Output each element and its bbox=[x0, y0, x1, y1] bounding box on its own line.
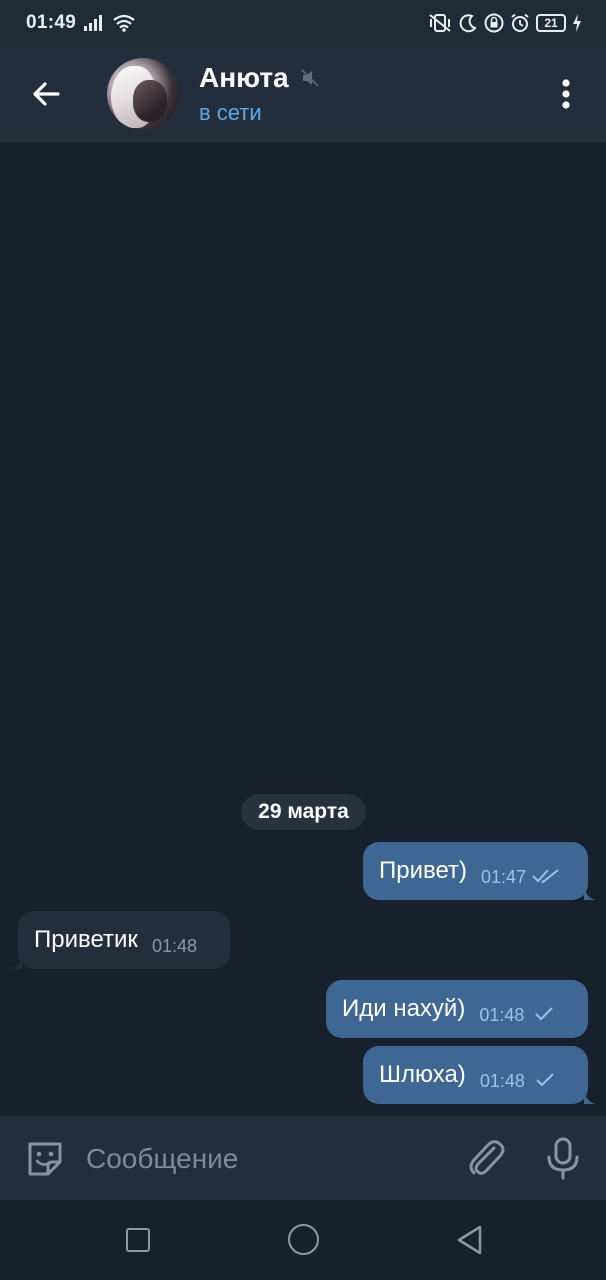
message-text: Приветик bbox=[34, 926, 138, 953]
status-time: 01:49 bbox=[26, 12, 77, 33]
microphone-icon[interactable] bbox=[544, 1136, 582, 1180]
system-navigation-bar bbox=[0, 1200, 606, 1280]
muted-speaker-icon bbox=[301, 69, 319, 87]
avatar-face bbox=[133, 80, 167, 122]
message-time: 01:48 bbox=[479, 1004, 525, 1025]
message-bubble-outgoing[interactable]: Иди нахуй) 01:48 bbox=[326, 980, 588, 1038]
chat-header: Анюта⁠ в сети bbox=[0, 46, 606, 142]
message-text: Привет) bbox=[379, 857, 468, 884]
paperclip-icon[interactable] bbox=[464, 1136, 506, 1180]
single-check-icon bbox=[536, 1073, 554, 1087]
recent-apps-button[interactable] bbox=[126, 1228, 150, 1252]
chat-title-row: Анюта⁠ bbox=[199, 62, 319, 94]
charging-icon bbox=[573, 14, 581, 32]
message-composer bbox=[0, 1116, 606, 1200]
avatar[interactable] bbox=[107, 58, 179, 130]
message-time: 01:48 bbox=[151, 935, 197, 956]
message-bubble-outgoing[interactable]: Привет) 01:47 bbox=[363, 842, 588, 900]
more-vertical-icon[interactable] bbox=[550, 74, 582, 114]
lock-icon bbox=[484, 13, 504, 33]
home-button[interactable] bbox=[288, 1224, 319, 1255]
moon-icon bbox=[459, 14, 477, 33]
battery-indicator: 21 bbox=[536, 14, 566, 32]
chat-title-area[interactable]: Анюта⁠ в сети bbox=[199, 62, 319, 126]
chat-title: Анюта⁠ bbox=[199, 62, 289, 93]
date-separator: 29 марта bbox=[241, 794, 366, 830]
message-text: Шлюха) bbox=[379, 1061, 466, 1088]
double-check-icon bbox=[532, 869, 559, 884]
chat-status: в сети bbox=[199, 100, 262, 125]
wifi-icon bbox=[113, 14, 135, 32]
alarm-icon bbox=[511, 13, 529, 32]
back-arrow-icon[interactable] bbox=[28, 76, 64, 112]
nav-back-icon[interactable] bbox=[455, 1224, 483, 1256]
chat-area[interactable]: 29 марта Привет) 01:47 Приветик 01:48 Ид… bbox=[0, 142, 606, 1116]
status-bar: 01:49 21 bbox=[0, 0, 606, 46]
status-left: 01:49 bbox=[26, 12, 136, 34]
vibrate-off-icon bbox=[429, 14, 451, 32]
bubble-tail bbox=[584, 1090, 596, 1104]
single-check-icon bbox=[535, 1007, 554, 1021]
bubble-tail bbox=[584, 886, 596, 900]
message-text: Иди нахуй) bbox=[342, 995, 466, 1022]
message-time: 01:47 bbox=[481, 866, 527, 887]
message-time: 01:48 bbox=[479, 1070, 525, 1091]
signal-icon bbox=[84, 15, 103, 31]
bubble-tail bbox=[10, 955, 22, 969]
message-bubble-incoming[interactable]: Приветик 01:48 bbox=[18, 911, 230, 969]
status-right: 21 bbox=[428, 13, 582, 33]
sticker-icon[interactable] bbox=[24, 1138, 66, 1180]
message-bubble-outgoing[interactable]: Шлюха) 01:48 bbox=[363, 1046, 588, 1104]
message-input[interactable] bbox=[86, 1138, 446, 1180]
